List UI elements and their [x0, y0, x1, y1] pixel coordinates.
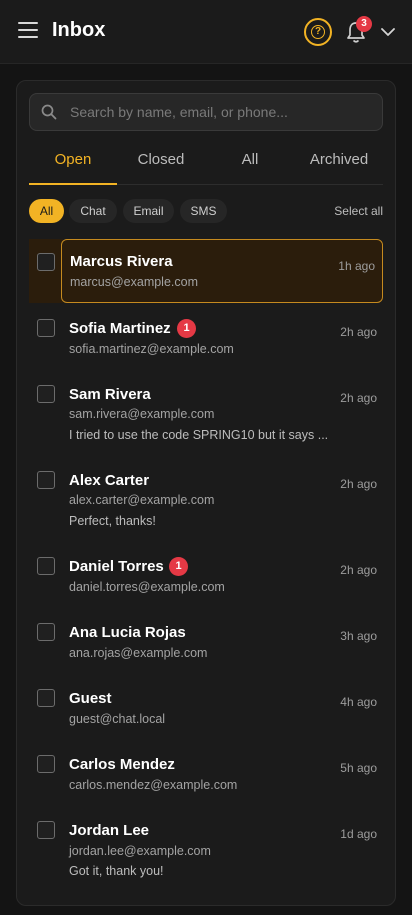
row-checkbox[interactable]	[37, 471, 55, 489]
unread-count-badge: 1	[177, 319, 196, 338]
tab-open[interactable]: Open	[29, 147, 117, 185]
tab-archived[interactable]: Archived	[295, 147, 383, 185]
contact-name: Alex Carter	[69, 472, 150, 489]
channel-filters: All Chat Email SMS Select all	[29, 199, 383, 223]
row-checkbox[interactable]	[37, 385, 55, 403]
selection-highlight	[61, 239, 383, 303]
search-icon	[41, 104, 57, 120]
message-preview: Got it, thank you!	[69, 864, 164, 878]
contact-name: Daniel Torres	[69, 558, 164, 575]
timestamp: 3h ago	[340, 629, 377, 643]
row-checkbox[interactable]	[37, 557, 55, 575]
timestamp: 2h ago	[340, 563, 377, 577]
row-checkbox[interactable]	[37, 821, 55, 839]
tab-closed[interactable]: Closed	[117, 147, 205, 185]
list-item[interactable]: Ana Lucia Rojas ana.rojas@example.com 3h…	[17, 609, 395, 673]
status-tabs: Open Closed All Archived	[29, 147, 383, 185]
list-item[interactable]: Alex Carter alex.carter@example.com Perf…	[17, 457, 395, 537]
list-item[interactable]: Carlos Mendez carlos.mendez@example.com …	[17, 741, 395, 805]
contact-email: guest@chat.local	[69, 712, 166, 726]
app-header: Inbox ? 3	[0, 0, 412, 64]
timestamp: 2h ago	[340, 391, 377, 405]
contact-email: marcus@example.com	[70, 275, 199, 289]
filter-chip-chat[interactable]: Chat	[69, 199, 117, 223]
help-circle-icon[interactable]: ?	[304, 18, 332, 46]
timestamp: 2h ago	[340, 325, 377, 339]
contact-email: jordan.lee@example.com	[69, 844, 211, 858]
contact-name: Guest	[69, 690, 112, 707]
selection-highlight	[29, 239, 63, 303]
contact-name: Sam Rivera	[69, 386, 151, 403]
timestamp: 1h ago	[338, 259, 375, 273]
chevron-down-icon[interactable]	[380, 25, 396, 39]
list-item[interactable]: Guest guest@chat.local 4h ago	[17, 675, 395, 739]
inbox-panel: Open Closed All Archived All Chat Email …	[16, 80, 396, 906]
tab-all[interactable]: All	[206, 147, 294, 185]
list-item[interactable]: Marcus Rivera marcus@example.com 1h ago	[17, 239, 395, 303]
page-title: Inbox	[52, 19, 106, 41]
contact-email: alex.carter@example.com	[69, 493, 215, 507]
contact-email: sam.rivera@example.com	[69, 407, 215, 421]
timestamp: 1d ago	[340, 827, 377, 841]
notification-count-badge: 3	[356, 16, 372, 32]
row-checkbox[interactable]	[37, 755, 55, 773]
contact-email: daniel.torres@example.com	[69, 580, 225, 594]
filter-chip-sms[interactable]: SMS	[180, 199, 227, 223]
row-checkbox[interactable]	[37, 623, 55, 641]
search-box	[29, 93, 383, 131]
contact-name: Marcus Rivera	[70, 253, 173, 270]
hamburger-menu-icon[interactable]	[18, 22, 38, 40]
search-input[interactable]	[70, 94, 375, 130]
contact-email: carlos.mendez@example.com	[69, 778, 238, 792]
contact-name: Jordan Lee	[69, 822, 150, 839]
contact-name: Sofia Martinez	[69, 320, 171, 337]
row-checkbox[interactable]	[37, 253, 55, 271]
list-item[interactable]: Sam Rivera sam.rivera@example.com I trie…	[17, 371, 395, 451]
contact-name: Ana Lucia Rojas	[69, 624, 186, 641]
message-preview: Perfect, thanks!	[69, 514, 156, 528]
select-all-button[interactable]: Select all	[334, 199, 383, 223]
timestamp: 2h ago	[340, 477, 377, 491]
contact-email: ana.rojas@example.com	[69, 646, 208, 660]
list-item[interactable]: Sofia Martinez 1 sofia.martinez@example.…	[17, 305, 395, 369]
filter-chip-all[interactable]: All	[29, 199, 64, 223]
timestamp: 5h ago	[340, 761, 377, 775]
list-item[interactable]: Jordan Lee jordan.lee@example.com Got it…	[17, 807, 395, 887]
filter-chip-email[interactable]: Email	[123, 199, 174, 223]
contact-email: sofia.martinez@example.com	[69, 342, 234, 356]
row-checkbox[interactable]	[37, 689, 55, 707]
unread-count-badge: 1	[169, 557, 188, 576]
row-checkbox[interactable]	[37, 319, 55, 337]
message-preview: I tried to use the code SPRING10 but it …	[69, 428, 329, 442]
contact-name: Carlos Mendez	[69, 756, 175, 773]
timestamp: 4h ago	[340, 695, 377, 709]
list-item[interactable]: Daniel Torres 1 daniel.torres@example.co…	[17, 543, 395, 607]
